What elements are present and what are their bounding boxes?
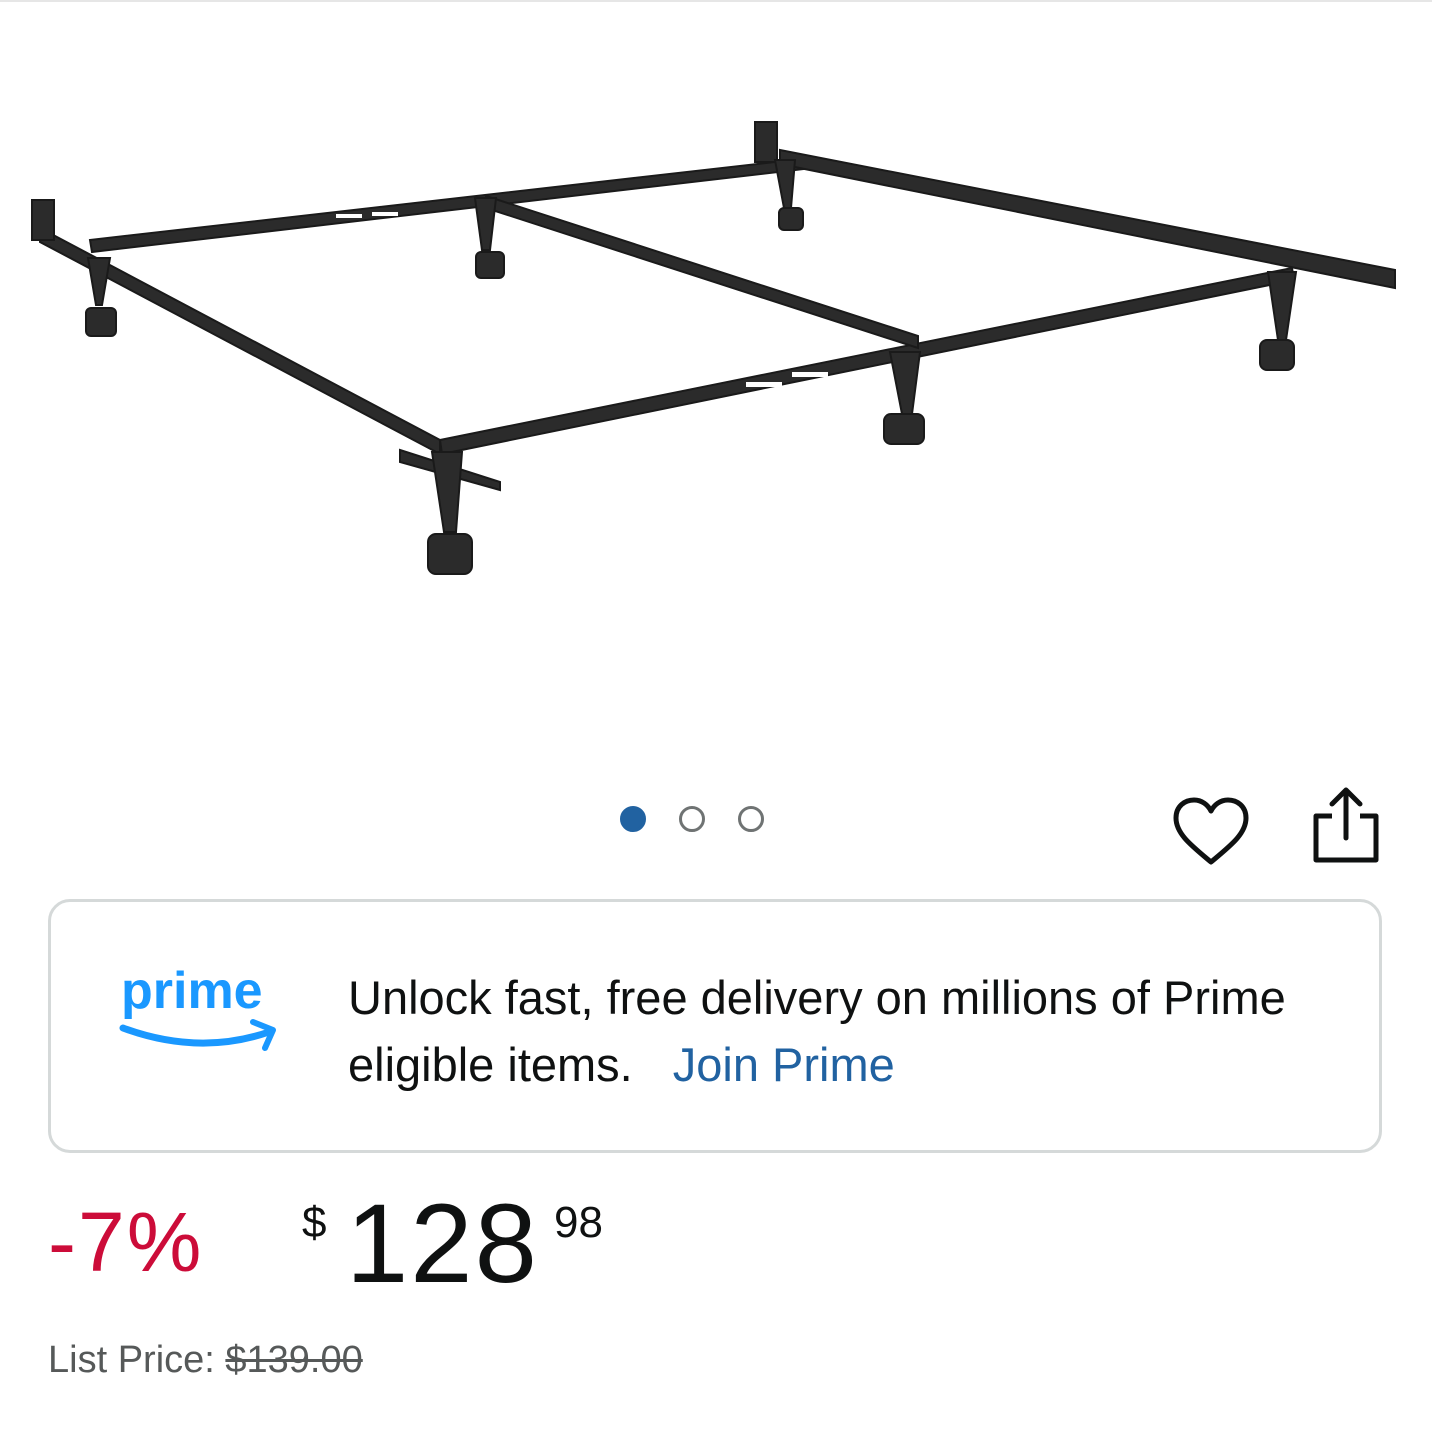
list-price-value: $139.00 [225, 1339, 363, 1381]
prime-message-block: Unlock fast, free delivery on millions o… [348, 964, 1338, 1098]
top-divider [0, 0, 1432, 2]
heart-icon[interactable] [1172, 796, 1250, 868]
price-whole: 128 [346, 1181, 539, 1306]
image-carousel-dots [620, 806, 764, 832]
carousel-dot-1[interactable] [620, 806, 646, 832]
carousel-dot-3[interactable] [738, 806, 764, 832]
share-icon[interactable] [1306, 784, 1386, 866]
list-price: List Price: $139.00 [48, 1335, 363, 1385]
carousel-dot-2[interactable] [679, 806, 705, 832]
discount-percent: -7% [48, 1195, 204, 1289]
price-fraction: 98 [554, 1198, 603, 1247]
prime-logo: prime [119, 962, 276, 1051]
svg-text:prime: prime [121, 962, 263, 1020]
join-prime-link[interactable]: Join Prime [673, 1038, 895, 1091]
list-price-label: List Price: [48, 1339, 215, 1381]
price-currency: $ [302, 1198, 327, 1247]
product-image[interactable] [0, 40, 1432, 660]
prime-banner: prime Unlock fast, free delivery on mill… [48, 899, 1382, 1153]
